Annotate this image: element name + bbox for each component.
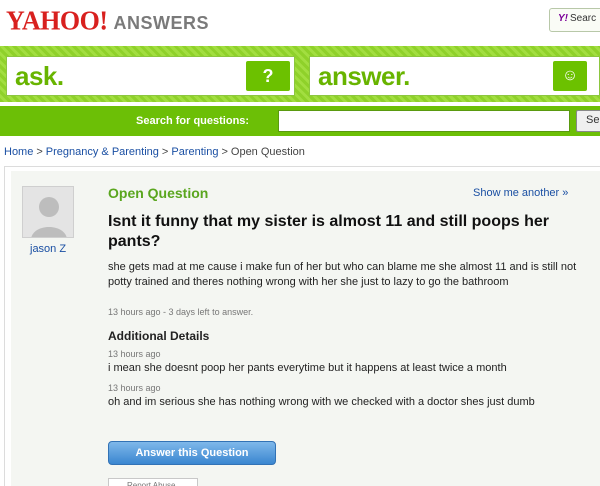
logo-answers-text: ANSWERS xyxy=(113,13,210,33)
answer-question-button[interactable]: Answer this Question xyxy=(108,441,276,465)
search-input[interactable] xyxy=(278,110,570,132)
breadcrumb-parenting[interactable]: Parenting xyxy=(171,146,218,158)
show-another-link[interactable]: Show me another » xyxy=(473,187,568,199)
report-abuse-tab[interactable]: Report Abuse xyxy=(108,478,198,486)
default-user-icon xyxy=(23,187,73,237)
breadcrumb: Home > Pregnancy & Parenting > Parenting > Ope… xyxy=(4,146,305,158)
detail-text: oh and im serious she has nothing wrong … xyxy=(108,396,535,408)
question-status: Open Question xyxy=(108,185,209,201)
search-bar: Search for questions: Se xyxy=(0,106,600,136)
breadcrumb-separator: > xyxy=(36,146,43,158)
detail-timestamp: 13 hours ago xyxy=(108,383,161,393)
detail-timestamp: 13 hours ago xyxy=(108,349,161,359)
ask-panel[interactable]: ask. ? xyxy=(6,56,295,96)
ask-label: ask. xyxy=(15,61,64,91)
avatar[interactable] xyxy=(22,186,74,238)
search-label: Search for questions: xyxy=(136,115,250,127)
question-meta: 13 hours ago - 3 days left to answer. xyxy=(108,307,254,317)
question-mark-icon: ? xyxy=(246,61,290,91)
search-button[interactable]: Se xyxy=(576,110,600,132)
breadcrumb-separator: > xyxy=(161,146,169,158)
answer-panel[interactable]: answer. ☺ xyxy=(309,56,600,96)
asker-username[interactable]: jason Z xyxy=(30,243,66,255)
answer-label: answer. xyxy=(318,61,410,91)
web-search-label: Searc xyxy=(570,13,597,24)
question-body: she gets mad at me cause i make fun of h… xyxy=(108,261,577,288)
smiley-icon: ☺ xyxy=(553,61,587,91)
question-title: Isnt it funny that my sister is almost 1… xyxy=(108,213,549,250)
breadcrumb-current: Open Question xyxy=(230,146,305,158)
yahoo-y-icon: Y! xyxy=(558,13,568,24)
logo-yahoo-text: YAHOO! xyxy=(6,5,108,36)
breadcrumb-pregnancy-parenting[interactable]: Pregnancy & Parenting xyxy=(46,146,159,158)
breadcrumb-home[interactable]: Home xyxy=(4,146,33,158)
breadcrumb-separator: > xyxy=(221,146,228,158)
detail-text: i mean she doesnt poop her pants everyti… xyxy=(108,362,507,374)
web-search-button[interactable]: Y! Searc xyxy=(549,8,600,32)
additional-details-heading: Additional Details xyxy=(108,329,210,343)
yahoo-answers-logo[interactable]: YAHOO! ANSWERS xyxy=(6,5,210,36)
